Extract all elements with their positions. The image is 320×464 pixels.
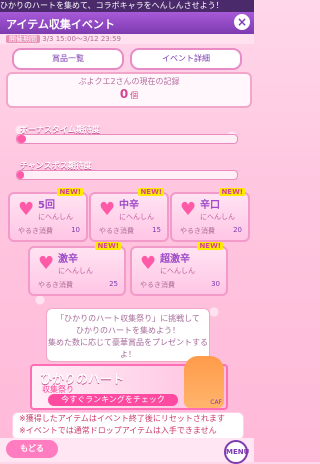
count-value: 15	[152, 226, 161, 234]
event-info-panel: 「ひかりのハート収集祭り」に挑戦して ひかりのハートを集めよう！ 集めた数に応じ…	[46, 308, 210, 362]
ranking-cta[interactable]: 今すぐランキングをチェック	[48, 394, 178, 406]
heart-icon: ♥	[99, 199, 116, 220]
card-title: 5回	[38, 200, 55, 211]
event-period-label: 開催期間	[6, 35, 40, 43]
chance-boss-gauge: チャンスボス期待度	[10, 160, 244, 180]
back-button[interactable]: もどる	[6, 440, 58, 458]
bonus-time-gauge: ボーナスタイム期待度	[10, 124, 244, 144]
banner-logo-text: CAF	[210, 399, 222, 406]
card-subtitle: にへんしん	[38, 213, 73, 221]
count-value: 10	[71, 226, 80, 234]
card-5[interactable]: NEW! ♥ 5回 にへんしん やるき消費 10	[8, 188, 88, 242]
card-subtitle: にへんしん	[200, 213, 235, 221]
card-title: 激辛	[58, 254, 78, 265]
count-value: 30	[211, 280, 220, 288]
card-count: やるき消費 30	[140, 280, 220, 290]
ranking-banner[interactable]: ひかりのハート 収集祭り 今すぐランキングをチェック CAF	[30, 356, 228, 410]
card-count: やるき消費 10	[18, 226, 80, 236]
menu-button[interactable]: MENU	[224, 440, 249, 464]
new-badge: NEW!	[57, 188, 83, 196]
ticker-text: ひかりのハートを集めて、コラボキャラをへんしんさせよう！	[0, 1, 224, 10]
count-value: 20	[233, 226, 242, 234]
card-subtitle: にへんしん	[119, 213, 154, 221]
news-ticker: ひかりのハートを集めて、コラボキャラをへんしんさせよう！	[0, 0, 254, 12]
card-count: やるき消費 25	[38, 280, 118, 290]
heart-icon: ♥	[180, 199, 197, 220]
chance-boss-fill	[17, 171, 24, 179]
card-subtitle: にへんしん	[160, 267, 195, 275]
heart-icon: ♥	[38, 253, 55, 274]
tabs: 賞品一覧 イベント詳細	[0, 44, 254, 70]
card-medium[interactable]: NEW! ♥ 中辛 にへんしん やるき消費 15	[89, 188, 169, 242]
info-line: 「ひかりのハート収集祭り」に挑戦して	[56, 314, 200, 323]
info-line: 集めた数に応じて豪華賞品をプレゼントするよ！	[48, 338, 208, 359]
tab-event-details[interactable]: イベント詳細	[130, 48, 242, 70]
count-label: やるき消費	[18, 227, 53, 235]
heart-icon: ♥	[18, 199, 35, 220]
page-title: アイテム収集イベント	[6, 18, 115, 31]
card-title: 中辛	[119, 200, 139, 211]
card-hot[interactable]: NEW! ♥ 辛口 にへんしん やるき消費 20	[170, 188, 250, 242]
current-record-panel: ぷよクエ2さんの現在の記録 0個	[6, 72, 252, 108]
transformation-cards: NEW! ♥ 5回 にへんしん やるき消費 10 NEW! ♥ 中辛 にへんしん …	[6, 186, 250, 298]
tab-prizes[interactable]: 賞品一覧	[12, 48, 124, 70]
card-subtitle: にへんしん	[58, 267, 93, 275]
count-label: やるき消費	[180, 227, 215, 235]
heart-icon: ♥	[140, 253, 157, 274]
record-label: ぷよクエ2さんの現在の記録	[78, 77, 180, 86]
event-period-bar: 開催期間 3/3 15:00～3/12 23:59	[0, 34, 254, 44]
bonus-time-fill	[17, 135, 26, 143]
footer-bar: もどる MENU	[0, 438, 254, 464]
card-title: 辛口	[200, 200, 220, 211]
card-very-hot[interactable]: NEW! ♥ 激辛 にへんしん やるき消費 25	[28, 242, 126, 296]
card-count: やるき消費 20	[180, 226, 242, 236]
header-bar: アイテム収集イベント ×	[0, 12, 254, 34]
count-value: 25	[109, 280, 118, 288]
event-period-value: 3/3 15:00～3/12 23:59	[42, 35, 122, 43]
bonus-time-bar	[16, 134, 238, 144]
card-count: やるき消費 15	[99, 226, 161, 236]
count-label: やるき消費	[99, 227, 134, 235]
close-button[interactable]: ×	[234, 14, 250, 30]
card-title: 超激辛	[160, 254, 190, 265]
record-unit: 個	[130, 91, 139, 100]
record-value-wrap: 0個	[8, 87, 250, 101]
count-label: やるき消費	[140, 281, 175, 289]
note-line: ※獲得したアイテムはイベント終了後にリセットされます	[19, 414, 225, 423]
note-line: ※イベントでは通常ドロップアイテムは入手できません	[19, 426, 217, 435]
info-line: ひかりのハートを集めよう！	[76, 326, 180, 335]
new-badge: NEW!	[95, 242, 121, 250]
new-badge: NEW!	[197, 242, 223, 250]
new-badge: NEW!	[219, 188, 245, 196]
count-label: やるき消費	[38, 281, 73, 289]
new-badge: NEW!	[138, 188, 164, 196]
record-value: 0	[119, 87, 129, 101]
chance-boss-bar	[16, 170, 238, 180]
card-super-hot[interactable]: NEW! ♥ 超激辛 にへんしん やるき消費 30	[130, 242, 228, 296]
notes-panel: ※獲得したアイテムはイベント終了後にリセットされます ※イベントでは通常ドロップ…	[12, 412, 244, 440]
